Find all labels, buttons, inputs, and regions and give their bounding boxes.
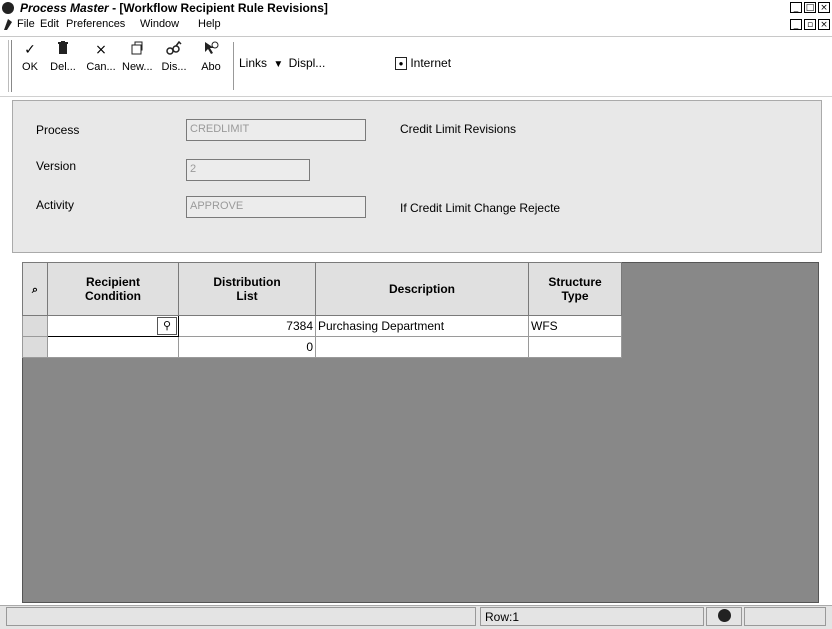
toolbar-separator <box>233 42 237 90</box>
cancel-x-icon: × <box>95 42 107 58</box>
close-button[interactable]: × <box>818 2 830 13</box>
minimize-button[interactable]: _ <box>790 2 802 13</box>
process-field[interactable]: CREDLIMIT <box>186 119 366 141</box>
ok-button[interactable]: ✓ OK <box>15 41 45 91</box>
display-label: Dis... <box>161 61 187 73</box>
internet-icon: ● <box>395 57 407 71</box>
globe-icon <box>706 607 742 626</box>
recipient-grid: ⌕ Recipient Condition Distribution List … <box>22 262 622 358</box>
row-indicator: Row:1 <box>480 607 704 626</box>
checkmark-icon: ✓ <box>24 42 36 58</box>
header-line: List <box>236 289 258 303</box>
internet-button[interactable]: ● Internet <box>395 56 452 71</box>
recipient-condition-cell[interactable]: ⚲ <box>47 315 179 337</box>
doc-minimize-button[interactable]: _ <box>790 19 802 30</box>
form-title: - [Workflow Recipient Rule Revisions] <box>112 1 328 15</box>
header-line: Description <box>388 282 455 296</box>
doc-restore-button[interactable]: ▫ <box>804 19 816 30</box>
version-label: Version <box>36 159 77 173</box>
display-button[interactable]: Dis... <box>159 40 189 91</box>
column-header-distribution-list[interactable]: Distribution List <box>178 262 316 316</box>
internet-label: Internet <box>410 56 452 70</box>
toolbar-grip[interactable] <box>8 40 12 92</box>
menu-preferences[interactable]: Preferences <box>66 18 125 30</box>
maximize-button[interactable]: □ <box>804 2 816 13</box>
activity-description: If Credit Limit Change Rejecte <box>400 201 561 215</box>
activity-label: Activity <box>36 198 75 212</box>
new-button[interactable]: New... <box>122 41 153 91</box>
process-description: Credit Limit Revisions <box>400 122 517 136</box>
header-line: Distribution <box>213 275 281 289</box>
table-row[interactable]: ⚲ 7384 Purchasing Department WFS <box>22 315 622 337</box>
header-line: Condition <box>85 289 141 303</box>
new-label: New... <box>122 61 153 73</box>
trash-icon <box>48 41 78 61</box>
links-menu[interactable]: Links ▼ Displ... <box>239 56 325 70</box>
process-label: Process <box>36 123 80 137</box>
table-row[interactable]: 0 <box>22 336 622 358</box>
dropdown-arrow-icon: ▼ <box>273 59 284 70</box>
menu-edit[interactable]: Edit <box>40 18 59 30</box>
recipient-condition-cell[interactable] <box>47 336 179 358</box>
description-cell[interactable] <box>315 336 529 358</box>
column-header-description[interactable]: Description <box>315 262 529 316</box>
menu-window[interactable]: Window <box>140 18 179 30</box>
delete-label: Del... <box>50 61 76 73</box>
activity-field[interactable]: APPROVE <box>186 196 366 218</box>
status-message-pane <box>6 607 476 626</box>
search-visual-assist-icon[interactable]: ⚲ <box>157 317 177 335</box>
links-label: Links <box>239 56 268 70</box>
menu-help[interactable]: Help <box>198 18 221 30</box>
app-name: Process Master <box>20 1 109 15</box>
about-help-icon <box>196 41 226 61</box>
row-selector[interactable] <box>22 315 48 337</box>
header-line: Recipient <box>85 275 140 289</box>
document-icon[interactable] <box>3 18 13 31</box>
doc-close-button[interactable]: × <box>818 19 830 30</box>
display-menu-label[interactable]: Displ... <box>289 56 326 70</box>
delete-button[interactable]: Del... <box>48 41 78 91</box>
grid-corner[interactable]: ⌕ <box>22 262 48 316</box>
column-header-recipient-condition[interactable]: Recipient Condition <box>47 262 179 316</box>
distribution-list-cell[interactable]: 0 <box>178 336 316 358</box>
about-label: Abo <box>201 61 221 73</box>
about-button[interactable]: Abo <box>196 41 226 91</box>
header-line: Type <box>561 289 589 303</box>
menu-file[interactable]: File <box>17 18 35 30</box>
display-icon <box>159 40 189 61</box>
structure-type-cell[interactable] <box>528 336 622 358</box>
window-title: Process Master - [Workflow Recipient Rul… <box>20 1 328 15</box>
status-extra-pane <box>744 607 826 626</box>
column-header-structure-type[interactable]: Structure Type <box>528 262 622 316</box>
query-icon: ⌕ <box>31 283 39 296</box>
version-field[interactable]: 2 <box>186 159 310 181</box>
description-cell[interactable]: Purchasing Department <box>315 315 529 337</box>
new-document-icon <box>122 41 152 61</box>
row-selector[interactable] <box>22 336 48 358</box>
ok-label: OK <box>22 61 38 73</box>
cancel-label: Can... <box>86 61 116 73</box>
app-globe-icon[interactable] <box>2 2 14 14</box>
structure-type-cell[interactable]: WFS <box>528 315 622 337</box>
header-line: Structure <box>548 275 602 289</box>
distribution-list-cell[interactable]: 7384 <box>178 315 316 337</box>
cancel-button[interactable]: × Can... <box>86 41 116 91</box>
